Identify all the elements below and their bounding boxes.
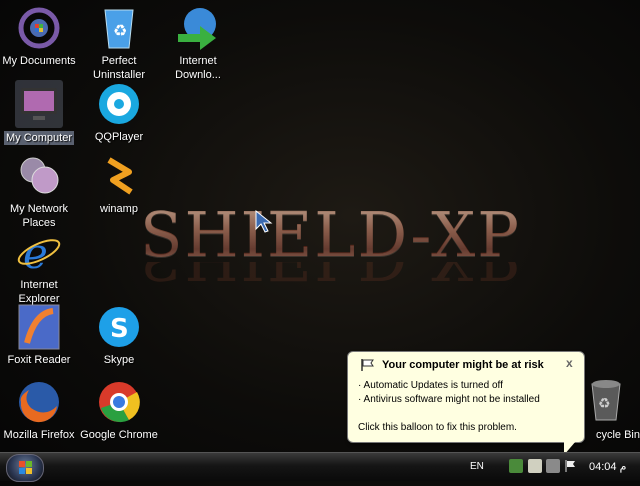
mouse-cursor-icon: [255, 210, 273, 233]
desktop-icon-my-network-places[interactable]: My Network Places: [0, 152, 79, 230]
language-indicator[interactable]: EN: [470, 461, 484, 472]
balloon-line: · Automatic Updates is turned off: [358, 380, 503, 391]
monitor-icon: [15, 80, 63, 128]
balloon-fix-link[interactable]: Click this balloon to fix this problem.: [358, 422, 517, 433]
svg-text:e: e: [23, 229, 48, 276]
icon-label: Mozilla Firefox: [3, 429, 75, 441]
clock[interactable]: 04:04 م: [589, 460, 626, 473]
windows-logo-icon: [19, 461, 32, 474]
action-center-flag-icon[interactable]: [564, 459, 578, 473]
internet-explorer-icon: e: [15, 228, 63, 278]
icon-label: My Network Places: [9, 203, 69, 229]
icon-label: Internet Explorer: [18, 279, 60, 305]
firefox-icon: [15, 378, 63, 426]
skype-icon: S: [95, 303, 143, 351]
icon-label: winamp: [100, 203, 138, 215]
desktop-icon-skype[interactable]: S Skype: [79, 303, 159, 367]
desktop-icon-winamp[interactable]: winamp: [79, 152, 159, 216]
balloon-close-button[interactable]: x: [566, 356, 573, 370]
network-globe-icon: [15, 152, 63, 200]
icon-label: Perfect Uninstaller: [93, 55, 145, 81]
volume-tray-icon[interactable]: [546, 459, 560, 473]
desktop-icon-foxit-reader[interactable]: Foxit Reader: [0, 303, 79, 367]
desktop-icon-qqplayer[interactable]: QQPlayer: [79, 80, 159, 144]
icon-label: Skype: [103, 354, 135, 366]
desktop-icon-my-computer[interactable]: My Computer: [0, 80, 79, 146]
icon-label: Internet Downlo...: [175, 55, 221, 81]
icon-label: Google Chrome: [80, 429, 158, 441]
chrome-icon: [95, 378, 143, 426]
desktop-icon-google-chrome[interactable]: Google Chrome: [79, 378, 159, 442]
my-documents-icon: [15, 4, 63, 52]
svg-text:♻: ♻: [598, 395, 611, 411]
icon-label: QQPlayer: [94, 131, 144, 143]
icon-label: Foxit Reader: [7, 354, 71, 366]
recycle-bin-icon: ♻: [582, 378, 630, 426]
recycle-bin-blue-icon: ♻: [95, 4, 143, 52]
desktop-icon-internet-download-manager[interactable]: Internet Downlo...: [158, 4, 238, 82]
wallpaper-title: SHIELD-XP: [140, 200, 530, 270]
qqplayer-icon: [95, 80, 143, 128]
icon-label: My Documents: [2, 55, 76, 67]
desktop-icon-internet-explorer[interactable]: e Internet Explorer: [0, 228, 79, 306]
winamp-icon: [95, 152, 143, 200]
network-tray-icon[interactable]: [528, 459, 542, 473]
security-shield-tray-icon[interactable]: [509, 459, 523, 473]
svg-text:♻: ♻: [113, 23, 127, 40]
download-manager-icon: [174, 4, 222, 52]
desktop-icon-mozilla-firefox[interactable]: Mozilla Firefox: [0, 378, 79, 442]
balloon-title: Your computer might be at risk: [382, 359, 544, 371]
flag-icon: [361, 359, 374, 371]
desktop-icon-my-documents[interactable]: My Documents: [0, 4, 79, 68]
foxit-reader-icon: [15, 303, 63, 351]
wallpaper-title-reflection: SHIELD-XP: [140, 262, 530, 292]
icon-label: My Computer: [3, 131, 75, 145]
desktop-icon-perfect-uninstaller[interactable]: ♻ Perfect Uninstaller: [79, 4, 159, 82]
taskbar: EN 04:04 م: [0, 452, 640, 482]
start-button[interactable]: [6, 454, 44, 482]
balloon-line: · Antivirus software might not be instal…: [358, 394, 540, 405]
svg-text:S: S: [110, 314, 129, 344]
security-notification-balloon[interactable]: Your computer might be at risk x · Autom…: [347, 351, 585, 455]
